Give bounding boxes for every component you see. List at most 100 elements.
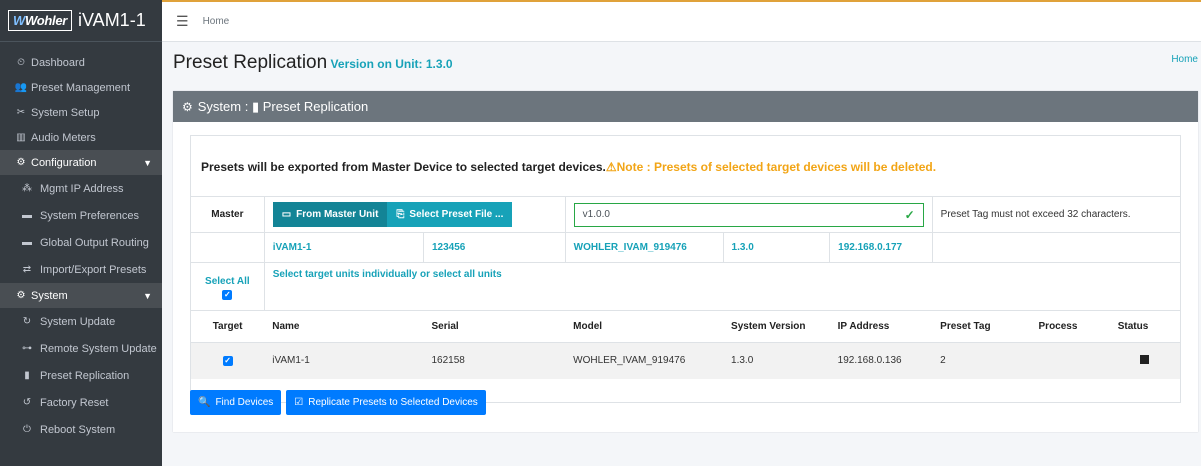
device-version-cell: 1.3.0 <box>723 342 830 379</box>
gear-icon: ⚙ <box>16 157 26 168</box>
sidebar-item-preset-management[interactable]: 👥 Preset Management <box>0 75 162 100</box>
preset-tag-input[interactable]: v1.0.0 ✓ <box>573 202 924 227</box>
sidebar-item-label: Import/Export Presets <box>40 263 147 276</box>
select-all-label: Select All <box>205 276 250 287</box>
preset-tag-value: v1.0.0 <box>582 209 610 220</box>
replicate-presets-button[interactable]: ☑ Replicate Presets to Selected Devices <box>286 390 486 415</box>
sidebar-item-mgmt-ip[interactable]: ⁂ Mgmt IP Address <box>0 175 162 202</box>
breadcrumb-home[interactable]: Home <box>1171 54 1198 65</box>
page-header: Preset Replication Version on Unit: 1.3.… <box>173 52 1198 82</box>
master-name: iVAM1-1 <box>263 232 424 263</box>
sidebar-item-system-preferences[interactable]: ▬ System Preferences <box>0 202 162 229</box>
sidebar-item-dashboard[interactable]: ⏲ Dashboard <box>0 50 162 75</box>
master-label: Master <box>191 196 265 233</box>
network-icon: ⁂ <box>22 183 32 194</box>
device-ip-cell: 192.168.0.136 <box>829 342 933 379</box>
sidebar: WWohler iVAM1-1 ⏲ Dashboard 👥 Preset Man… <box>0 0 162 466</box>
sync-icon: ↻ <box>22 316 32 327</box>
sidebar-item-system-setup[interactable]: ✂ System Setup <box>0 100 162 125</box>
column-header-target: Target <box>191 310 265 343</box>
sidebar-item-reboot-system[interactable]: ⏻ Reboot System <box>0 416 162 443</box>
select-all-cell: Select All ✓ <box>191 262 265 311</box>
sidebar-item-import-export[interactable]: ⇄ Import/Export Presets <box>0 256 162 283</box>
table-row: ✓ iVAM1-1 162158 WOHLER_IVAM_919476 1.3.… <box>191 342 1180 379</box>
device-status-cell <box>1109 342 1180 379</box>
copy-icon: ▮ <box>24 370 30 381</box>
chevron-down-icon: ▼ <box>143 157 152 168</box>
select-preset-file-button[interactable]: ⎘ Select Preset File ... <box>387 202 513 227</box>
master-model: WOHLER_IVAM_919476 <box>564 232 724 263</box>
column-header-ip-address: IP Address <box>829 310 933 343</box>
master-version: 1.3.0 <box>722 232 830 263</box>
valid-check-icon: ✓ <box>904 207 915 222</box>
brand[interactable]: WWohler iVAM1-1 <box>0 0 162 42</box>
sidebar-nav: ⏲ Dashboard 👥 Preset Management ✂ System… <box>0 42 162 443</box>
tools-icon: ✂ <box>16 107 26 118</box>
exchange-icon: ⇄ <box>22 264 32 275</box>
warning-icon: ⚠ <box>605 160 617 174</box>
column-header-process: Process <box>1030 310 1110 343</box>
table-header-row: Target Name Serial Model System Version … <box>191 310 1180 343</box>
page-title: Preset Replication <box>173 52 328 73</box>
find-devices-button[interactable]: 🔍 Find Devices <box>190 390 282 415</box>
master-ip: 192.168.0.177 <box>829 232 933 263</box>
version-label: Version on Unit: 1.3.0 <box>330 57 453 71</box>
replication-panel: Presets will be exported from Master Dev… <box>190 135 1181 403</box>
from-master-unit-button[interactable]: ▭ From Master Unit <box>272 202 388 227</box>
card-header-title: System : ▮ Preset Replication <box>197 98 369 114</box>
preset-tag-cell: v1.0.0 ✓ <box>564 196 933 233</box>
list-icon: ▬ <box>22 210 32 221</box>
master-info-spacer <box>931 232 1180 263</box>
sidebar-item-label: Preset Replication <box>40 369 130 382</box>
select-all-checkbox[interactable]: ✓ <box>222 290 233 301</box>
top-navbar: ☰ Home <box>162 2 1201 42</box>
sidebar-group-label: System <box>31 289 68 302</box>
dashboard-icon: ⏲ <box>17 57 25 68</box>
column-header-preset-tag: Preset Tag <box>932 310 1031 343</box>
sidebar-group-configuration[interactable]: ⚙ Configuration ▼ <box>0 150 162 175</box>
sidebar-item-system-update[interactable]: ↻ System Update <box>0 308 162 335</box>
select-hint: Select target units individually or sele… <box>263 262 1180 311</box>
sidebar-item-audio-meters[interactable]: ▥ Audio Meters <box>0 125 162 150</box>
sidebar-item-label: Factory Reset <box>40 396 109 409</box>
export-notice: Presets will be exported from Master Dev… <box>191 160 936 174</box>
search-icon: 🔍 <box>198 397 211 408</box>
sidebar-item-label: Global Output Routing <box>40 236 149 249</box>
device-serial-cell: 162158 <box>423 342 566 379</box>
cogs-icon: ⚙ <box>182 99 193 114</box>
device-process-cell <box>1030 342 1110 379</box>
sidebar-item-label: Preset Management <box>31 81 131 94</box>
device-tag-cell: 2 <box>932 342 1031 379</box>
master-serial: 123456 <box>422 232 566 263</box>
sidebar-item-remote-system-update[interactable]: ⊶ Remote System Update <box>0 335 162 362</box>
chart-icon: ▥ <box>16 132 26 143</box>
sidebar-item-preset-replication[interactable]: ▮ Preset Replication <box>0 362 162 389</box>
column-header-system-version: System Version <box>723 310 830 343</box>
select-all-row: Select All ✓ Select target units individ… <box>191 262 1180 311</box>
check-square-icon: ☑ <box>294 397 304 408</box>
card-header: ⚙ System : ▮ Preset Replication <box>173 91 1198 122</box>
preset-replication-card: ⚙ System : ▮ Preset Replication Presets … <box>173 91 1198 432</box>
sidebar-item-factory-reset[interactable]: ↺ Factory Reset <box>0 389 162 416</box>
target-checkbox[interactable]: ✓ <box>222 355 233 366</box>
sidebar-item-label: Mgmt IP Address <box>40 182 124 195</box>
status-square-icon <box>1140 354 1150 364</box>
column-header-serial: Serial <box>423 310 566 343</box>
sidebar-item-label: Reboot System <box>40 423 116 436</box>
menu-toggle-icon[interactable]: ☰ <box>176 13 189 30</box>
column-header-name: Name <box>264 310 424 343</box>
chevron-down-icon: ▼ <box>143 290 152 301</box>
master-info-row: iVAM1-1 123456 WOHLER_IVAM_919476 1.3.0 … <box>191 232 1180 263</box>
sidebar-item-global-output-routing[interactable]: ▬ Global Output Routing <box>0 229 162 256</box>
master-info-empty <box>191 232 265 263</box>
wohler-logo: WWohler <box>8 10 73 31</box>
sidebar-item-label: Remote System Update <box>40 342 157 355</box>
column-header-model: Model <box>565 310 724 343</box>
sidebar-item-label: System Update <box>40 315 116 328</box>
power-icon: ⏻ <box>23 424 31 435</box>
master-source-cell: ▭ From Master Unit ⎘ Select Preset File ..… <box>263 196 566 233</box>
device-model-cell: WOHLER_IVAM_919476 <box>565 342 724 379</box>
sidebar-group-system[interactable]: ⚙ System ▼ <box>0 283 162 308</box>
topbar-home-link[interactable]: Home <box>203 16 230 27</box>
file-import-icon: ⎘ <box>396 209 405 220</box>
